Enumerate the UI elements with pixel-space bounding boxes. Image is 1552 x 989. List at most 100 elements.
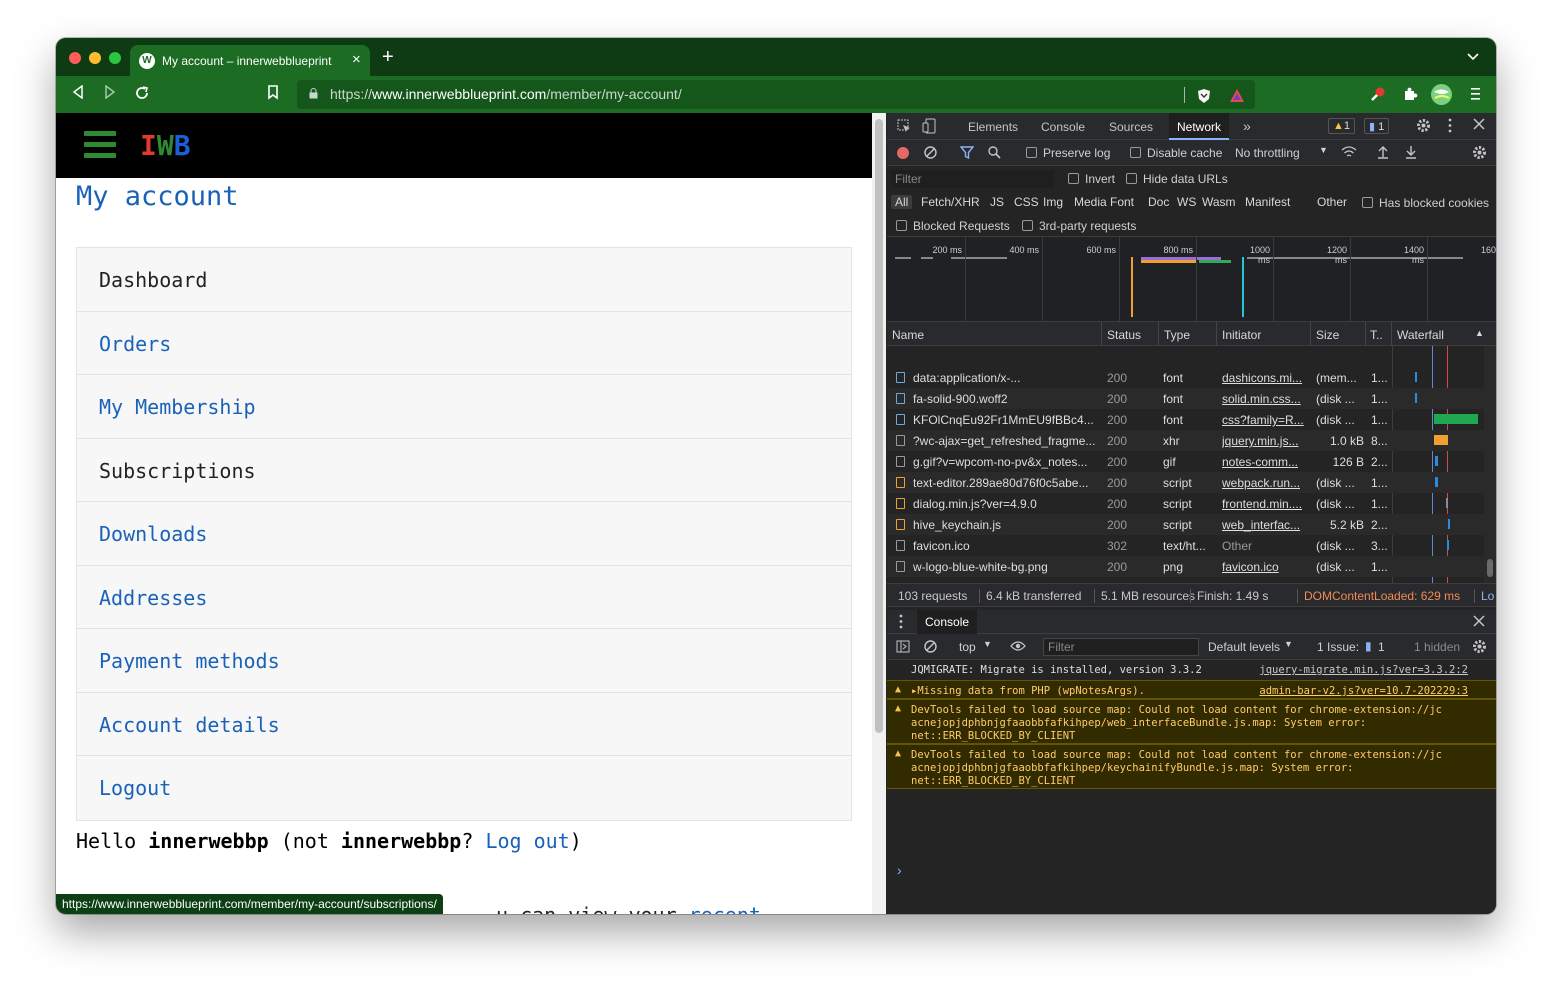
tab-search-chevron-icon[interactable] bbox=[1467, 50, 1479, 64]
record-icon[interactable] bbox=[897, 147, 909, 159]
issues-link[interactable]: 1 Issue: bbox=[1317, 640, 1359, 654]
column-initiator[interactable]: Initiator bbox=[1222, 328, 1261, 342]
cell-initiator[interactable]: favicon.ico bbox=[1222, 560, 1307, 574]
type-filter-all[interactable]: All bbox=[891, 195, 913, 209]
preserve-log-checkbox[interactable] bbox=[1026, 147, 1037, 158]
key-extension-icon[interactable] bbox=[1370, 86, 1386, 102]
tab-close-icon[interactable]: × bbox=[352, 51, 361, 68]
table-row[interactable]: KFOlCnqEu92Fr1MmEU9fBBc4... 200 font css?fa… bbox=[887, 409, 1484, 430]
request-list-scrollbar[interactable] bbox=[1484, 346, 1496, 583]
type-filter-doc[interactable]: Doc bbox=[1148, 195, 1169, 209]
disable-cache-checkbox[interactable] bbox=[1130, 147, 1141, 158]
network-settings-gear-icon[interactable] bbox=[1472, 145, 1487, 163]
column-type[interactable]: Type bbox=[1164, 328, 1190, 342]
type-filter-wasm[interactable]: Wasm bbox=[1202, 195, 1236, 209]
table-row[interactable]: g.gif?v=wpcom-no-pv&x_notes... 200 gif note… bbox=[887, 451, 1484, 472]
account-nav-downloads[interactable]: Downloads bbox=[77, 502, 851, 566]
account-nav-account-details[interactable]: Account details bbox=[77, 692, 851, 756]
column-waterfall[interactable]: Waterfall bbox=[1397, 328, 1444, 342]
type-filter-font[interactable]: Font bbox=[1110, 195, 1134, 209]
kebab-menu-icon[interactable] bbox=[1470, 87, 1486, 103]
console-source-link[interactable]: admin-bar-v2.js?ver=10.7-202229:3 bbox=[1259, 685, 1468, 697]
hamburger-menu-icon[interactable] bbox=[84, 131, 116, 159]
cell-initiator[interactable]: webpack.run... bbox=[1222, 476, 1307, 490]
type-filter-other[interactable]: Other bbox=[1317, 195, 1347, 209]
third-party-checkbox[interactable] bbox=[1022, 220, 1033, 231]
throttling-chevron-down-icon[interactable]: ▼ bbox=[1319, 145, 1328, 155]
drawer-menu-icon[interactable] bbox=[899, 614, 903, 632]
context-chevron-down-icon[interactable]: ▼ bbox=[983, 639, 992, 649]
cell-initiator[interactable]: web_interfac... bbox=[1222, 518, 1307, 532]
table-row[interactable]: hive_keychain.js 200 script web_interfac...… bbox=[887, 514, 1484, 535]
cell-initiator[interactable]: jquery.min.js... bbox=[1222, 434, 1307, 448]
messages-badge[interactable]: ▮ 1 bbox=[1364, 118, 1390, 134]
site-logo[interactable]: IWB bbox=[140, 129, 191, 162]
tab-network[interactable]: Network bbox=[1169, 113, 1230, 140]
type-filter-img[interactable]: Img bbox=[1043, 195, 1063, 209]
network-filter-input[interactable]: Filter bbox=[891, 170, 1054, 188]
kebab-menu-icon[interactable] bbox=[1448, 118, 1452, 136]
reload-icon[interactable] bbox=[134, 85, 150, 106]
sidebar-toggle-icon[interactable] bbox=[896, 640, 910, 656]
minimize-window-button[interactable] bbox=[89, 52, 101, 64]
cell-initiator[interactable]: dashicons.mi... bbox=[1222, 371, 1307, 385]
account-nav-payment-methods[interactable]: Payment methods bbox=[77, 629, 851, 693]
cell-initiator[interactable]: solid.min.css... bbox=[1222, 392, 1307, 406]
network-conditions-icon[interactable] bbox=[1341, 145, 1357, 162]
filter-funnel-icon[interactable] bbox=[959, 146, 975, 162]
gear-icon[interactable] bbox=[1416, 118, 1431, 136]
drawer-close-icon[interactable] bbox=[1473, 615, 1485, 630]
account-nav-orders[interactable]: Orders bbox=[77, 311, 851, 375]
tab-console[interactable]: Console bbox=[1041, 120, 1085, 134]
page-scrollbar[interactable] bbox=[872, 113, 886, 914]
console-source-link[interactable]: jquery-migrate.min.js?ver=3.3.2:2 bbox=[1259, 664, 1468, 676]
table-row[interactable]: text-editor.289ae80d76f0c5abe... 200 scrip… bbox=[887, 472, 1484, 493]
forward-arrow-icon[interactable] bbox=[104, 84, 116, 104]
import-har-icon[interactable] bbox=[1377, 145, 1389, 162]
invert-checkbox[interactable] bbox=[1068, 173, 1079, 184]
column-size[interactable]: Size bbox=[1316, 328, 1339, 342]
new-tab-button[interactable]: + bbox=[382, 47, 394, 67]
column-name[interactable]: Name bbox=[892, 328, 924, 342]
table-row[interactable]: data:application/x-... 200 font dashicons.m… bbox=[887, 367, 1484, 388]
log-levels-chevron-down-icon[interactable]: ▼ bbox=[1284, 639, 1293, 649]
console-message[interactable]: ▲ DevTools failed to load source map: Cou… bbox=[887, 699, 1496, 744]
request-list-scrollbar-thumb[interactable] bbox=[1487, 559, 1493, 577]
tab-sources[interactable]: Sources bbox=[1109, 120, 1153, 134]
brave-rewards-icon[interactable] bbox=[1229, 88, 1245, 104]
device-toolbar-icon[interactable] bbox=[922, 118, 936, 137]
table-row[interactable]: favicon.ico 302 text/ht... Other (disk ... 3.… bbox=[887, 535, 1484, 556]
log-levels-select[interactable]: Default levels bbox=[1208, 640, 1280, 654]
table-row[interactable]: fa-solid-900.woff2 200 font solid.min.css..… bbox=[887, 388, 1484, 409]
close-window-button[interactable] bbox=[69, 52, 81, 64]
account-nav-addresses[interactable]: Addresses bbox=[77, 565, 851, 629]
table-row[interactable]: ?wc-ajax=get_refreshed_fragme... 200 xhr jq… bbox=[887, 430, 1484, 451]
cell-initiator[interactable]: frontend.min.... bbox=[1222, 497, 1307, 511]
type-filter-ws[interactable]: WS bbox=[1177, 195, 1196, 209]
type-filter-manifest[interactable]: Manifest bbox=[1245, 195, 1290, 209]
zoom-window-button[interactable] bbox=[109, 52, 121, 64]
column-time[interactable]: T.. bbox=[1370, 328, 1383, 342]
table-row[interactable]: dialog.min.js?ver=4.9.0 200 script frontend… bbox=[887, 493, 1484, 514]
puzzle-icon[interactable] bbox=[1402, 86, 1418, 102]
warnings-badge[interactable]: ▲1 bbox=[1328, 118, 1356, 134]
type-filter-css[interactable]: CSS bbox=[1014, 195, 1039, 209]
type-filter-fetchxhr[interactable]: Fetch/XHR bbox=[921, 195, 980, 209]
sort-ascending-icon[interactable]: ▲ bbox=[1475, 328, 1484, 338]
page-scrollbar-thumb[interactable] bbox=[875, 119, 883, 733]
cell-initiator[interactable]: css?family=R... bbox=[1222, 413, 1307, 427]
avatar[interactable] bbox=[1431, 84, 1452, 105]
network-overview-timeline[interactable]: 200 ms 400 ms 600 ms 800 ms 1000 ms 1200 ms 14… bbox=[887, 237, 1496, 322]
account-nav-dashboard[interactable]: Dashboard bbox=[77, 248, 851, 312]
console-filter-input[interactable]: Filter bbox=[1043, 638, 1199, 656]
account-nav-my-membership[interactable]: My Membership bbox=[77, 375, 851, 439]
clear-icon[interactable] bbox=[924, 146, 937, 162]
context-selector[interactable]: top bbox=[959, 640, 976, 654]
search-icon[interactable] bbox=[988, 146, 1001, 162]
drawer-tab-console[interactable]: Console bbox=[917, 610, 978, 634]
account-nav-subscriptions[interactable]: Subscriptions bbox=[77, 438, 851, 502]
address-bar[interactable]: https://www.innerwebblueprint.com/member… bbox=[297, 80, 1255, 109]
clear-console-icon[interactable] bbox=[924, 640, 937, 656]
export-har-icon[interactable] bbox=[1405, 145, 1417, 162]
table-row[interactable]: w-logo-blue-white-bg.png 200 png favicon.ic… bbox=[887, 556, 1484, 577]
